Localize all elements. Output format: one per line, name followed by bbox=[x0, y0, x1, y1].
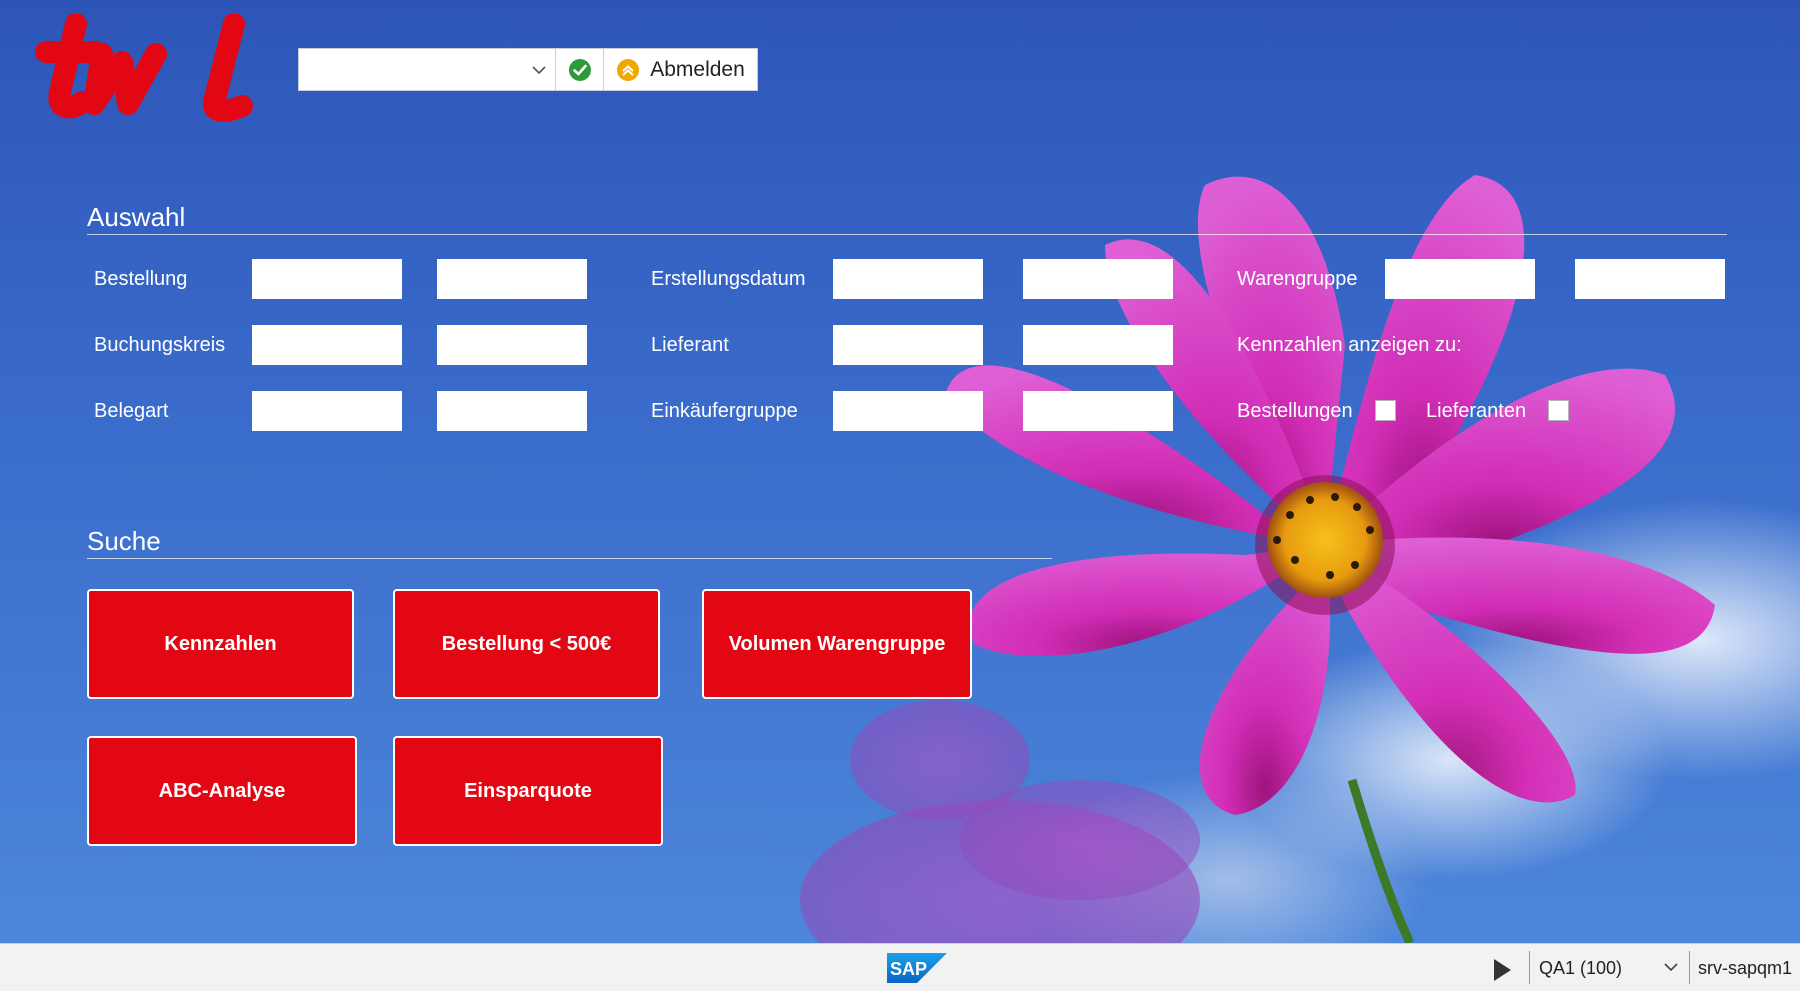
logout-icon bbox=[617, 58, 640, 81]
buchungskreis-to-input[interactable] bbox=[437, 325, 587, 365]
check-icon bbox=[568, 58, 591, 81]
status-bar: SAP QA1 (100) srv-sapqm1 bbox=[0, 943, 1800, 991]
chevron-down-icon[interactable] bbox=[1663, 959, 1679, 975]
einsparquote-button[interactable]: Einsparquote bbox=[393, 736, 663, 846]
section-title-suche: Suche bbox=[87, 526, 161, 556]
label-kennzahlen-anzeigen: Kennzahlen anzeigen zu: bbox=[1237, 334, 1462, 356]
lieferant-from-input[interactable] bbox=[833, 325, 983, 365]
section-divider bbox=[87, 234, 1727, 235]
label-einkaeufergruppe: Einkäufergruppe bbox=[651, 400, 798, 422]
confirm-button[interactable] bbox=[556, 48, 604, 91]
warengruppe-from-input[interactable] bbox=[1385, 259, 1535, 299]
logout-button[interactable]: Abmelden bbox=[604, 48, 758, 91]
section-title-auswahl: Auswahl bbox=[87, 202, 186, 232]
bestellungen-checkbox[interactable] bbox=[1375, 400, 1396, 421]
abc-analyse-button[interactable]: ABC-Analyse bbox=[87, 736, 357, 846]
warengruppe-to-input[interactable] bbox=[1575, 259, 1725, 299]
label-bestellung: Bestellung bbox=[94, 268, 188, 290]
logout-label: Abmelden bbox=[650, 57, 745, 81]
belegart-to-input[interactable] bbox=[437, 391, 587, 431]
label-warengruppe: Warengruppe bbox=[1237, 268, 1358, 290]
sap-logo: SAP bbox=[887, 953, 947, 983]
kennzahlen-button[interactable]: Kennzahlen bbox=[87, 589, 354, 699]
erstellungsdatum-to-input[interactable] bbox=[1023, 259, 1173, 299]
bestellung-to-input[interactable] bbox=[437, 259, 587, 299]
play-icon[interactable] bbox=[1494, 959, 1511, 981]
section-divider bbox=[87, 558, 1052, 559]
einkaeufergruppe-to-input[interactable] bbox=[1023, 391, 1173, 431]
erstellungsdatum-from-input[interactable] bbox=[833, 259, 983, 299]
buchungskreis-from-input[interactable] bbox=[252, 325, 402, 365]
label-buchungskreis: Buchungskreis bbox=[94, 334, 226, 356]
top-toolbar: Abmelden bbox=[298, 48, 758, 93]
label-belegart: Belegart bbox=[94, 400, 169, 422]
twl-logo bbox=[24, 13, 264, 124]
system-info: QA1 (100) bbox=[1539, 958, 1623, 978]
server-name: srv-sapqm1 bbox=[1698, 958, 1793, 978]
label-bestellungen: Bestellungen bbox=[1237, 400, 1353, 422]
bestellung-unter-500-button[interactable]: Bestellung < 500€ bbox=[393, 589, 660, 699]
volumen-warengruppe-button[interactable]: Volumen Warengruppe bbox=[702, 589, 972, 699]
label-lieferant: Lieferant bbox=[651, 334, 729, 356]
svg-text:SAP: SAP bbox=[890, 959, 927, 979]
status-separator bbox=[1529, 951, 1530, 984]
lieferant-to-input[interactable] bbox=[1023, 325, 1173, 365]
einkaeufergruppe-from-input[interactable] bbox=[833, 391, 983, 431]
status-separator bbox=[1689, 951, 1690, 984]
chevron-down-icon bbox=[532, 66, 546, 75]
bestellung-from-input[interactable] bbox=[252, 259, 402, 299]
label-erstellungsdatum: Erstellungsdatum bbox=[651, 268, 806, 290]
label-lieferanten: Lieferanten bbox=[1426, 400, 1527, 422]
belegart-from-input[interactable] bbox=[252, 391, 402, 431]
lieferanten-checkbox[interactable] bbox=[1548, 400, 1569, 421]
session-dropdown[interactable] bbox=[298, 48, 556, 91]
